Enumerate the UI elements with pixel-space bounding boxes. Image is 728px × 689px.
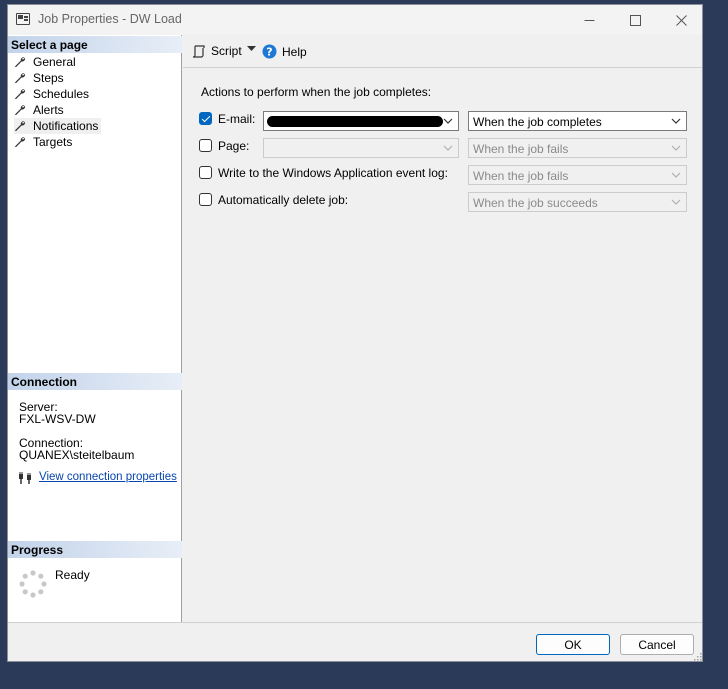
page-item-label: Targets: [33, 135, 73, 149]
chevron-down-icon: [443, 145, 453, 151]
email-operator-dropdown[interactable]: [263, 111, 459, 131]
dropdown-arrow-icon: [247, 46, 256, 51]
close-button[interactable]: [658, 5, 702, 35]
title-bar: Job Properties - DW Load: [8, 5, 702, 35]
event-log-condition-dropdown[interactable]: When the job fails: [468, 165, 687, 185]
notifications-panel: Actions to perform when the job complete…: [183, 69, 702, 622]
window-title: Job Properties - DW Load: [38, 12, 182, 26]
script-icon: [192, 44, 205, 58]
progress-spinner-icon: [19, 570, 47, 598]
ok-button[interactable]: OK: [536, 634, 610, 655]
wrench-icon: [15, 105, 26, 116]
wrench-icon: [15, 57, 26, 68]
resize-grip-icon[interactable]: [692, 651, 702, 661]
chevron-down-icon: [671, 172, 681, 178]
page-item-targets[interactable]: Targets: [14, 134, 75, 150]
minimize-icon: [584, 19, 594, 21]
actions-heading: Actions to perform when the job complete…: [201, 85, 432, 99]
email-checkbox[interactable]: [199, 112, 212, 125]
maximize-icon: [629, 14, 641, 26]
page-item-label: Schedules: [33, 87, 90, 101]
connection-value: QUANEX\steitelbaum: [19, 448, 135, 462]
toolbar: Script ? Help: [183, 35, 702, 68]
script-label: Script: [211, 44, 242, 58]
svg-text:?: ?: [266, 46, 272, 59]
wrench-icon: [15, 73, 26, 84]
minimize-button[interactable]: [566, 5, 612, 35]
page-item-steps[interactable]: Steps: [14, 70, 67, 86]
chevron-down-icon: [671, 118, 681, 124]
page-item-schedules[interactable]: Schedules: [14, 86, 92, 102]
select-page-header: Select a page: [8, 36, 182, 53]
email-condition-value: When the job completes: [473, 115, 602, 129]
close-icon: [675, 14, 687, 26]
cancel-button[interactable]: Cancel: [620, 634, 694, 655]
delete-job-condition-dropdown[interactable]: When the job succeeds: [468, 192, 687, 212]
connection-plug-icon: [19, 472, 31, 484]
connection-header: Connection: [8, 373, 182, 390]
email-condition-dropdown[interactable]: When the job completes: [468, 111, 687, 131]
progress-header: Progress: [8, 541, 182, 558]
server-value: FXL-WSV-DW: [19, 412, 96, 426]
event-log-condition-value: When the job fails: [473, 169, 569, 183]
left-pane: Select a page General Steps Schedules Al…: [8, 35, 182, 622]
page-label: Page:: [218, 139, 250, 153]
redaction-mark: [267, 116, 443, 127]
page-item-label: Notifications: [33, 119, 99, 133]
page-item-label: Steps: [33, 71, 64, 85]
event-log-checkbox[interactable]: [199, 166, 212, 179]
page-condition-value: When the job fails: [473, 142, 569, 156]
window-app-icon: [16, 13, 30, 25]
wrench-icon: [15, 121, 26, 132]
help-icon: ?: [262, 44, 277, 59]
script-dropdown-button[interactable]: [247, 46, 256, 52]
script-button[interactable]: Script: [192, 44, 242, 58]
page-item-label: General: [33, 55, 76, 69]
view-connection-properties-link[interactable]: View connection properties: [39, 471, 177, 483]
page-condition-dropdown[interactable]: When the job fails: [468, 138, 687, 158]
page-item-notifications[interactable]: Notifications: [14, 118, 102, 134]
chevron-down-icon: [671, 145, 681, 151]
help-label: Help: [282, 44, 307, 59]
page-item-label: Alerts: [33, 103, 64, 117]
chevron-down-icon: [671, 199, 681, 205]
page-checkbox[interactable]: [199, 139, 212, 152]
delete-job-condition-value: When the job succeeds: [473, 196, 598, 210]
email-label: E-mail:: [218, 112, 256, 126]
page-item-alerts[interactable]: Alerts: [14, 102, 67, 118]
progress-status: Ready: [55, 568, 90, 582]
delete-job-checkbox[interactable]: [199, 193, 212, 206]
delete-job-label: Automatically delete job:: [218, 193, 349, 207]
event-log-label: Write to the Windows Application event l…: [218, 166, 448, 180]
dialog-button-bar: OK Cancel: [8, 622, 702, 661]
chevron-down-icon: [443, 118, 453, 124]
page-item-general[interactable]: General: [14, 54, 79, 70]
wrench-icon: [15, 137, 26, 148]
job-properties-dialog: Job Properties - DW Load Select a page G…: [7, 4, 703, 662]
help-button[interactable]: ? Help: [262, 44, 307, 59]
wrench-icon: [15, 89, 26, 100]
page-operator-dropdown[interactable]: [263, 138, 459, 158]
maximize-button[interactable]: [612, 5, 658, 35]
